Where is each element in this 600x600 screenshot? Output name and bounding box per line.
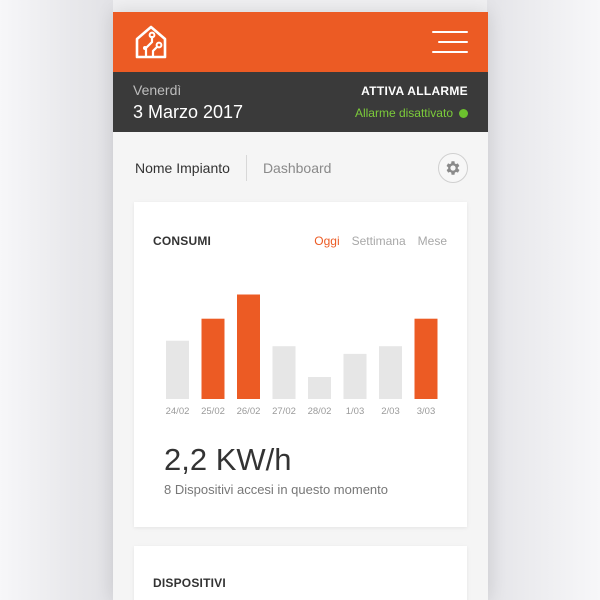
tab-nome-impianto[interactable]: Nome Impianto <box>135 160 230 176</box>
chart-tick-label: 2/03 <box>381 406 400 417</box>
consumption-bar-chart: 24/02 25/02 26/02 27/02 28/02 1/03 2/03 3/03 <box>166 294 438 417</box>
alarm-status: Allarme disattivato <box>355 106 468 120</box>
day-label: Venerdì <box>133 81 182 98</box>
tab-bar: Nome Impianto Dashboard <box>113 132 488 204</box>
chart-bar-2-03 <box>379 346 402 399</box>
date-block: Venerdì 3 Marzo 2017 <box>133 82 243 123</box>
chart-bar-26-02 <box>237 294 260 399</box>
tab-dashboard[interactable]: Dashboard <box>263 160 332 176</box>
activate-alarm-button[interactable]: ATTIVA ALLARME <box>355 84 468 98</box>
chart-bar-24-02 <box>166 340 189 399</box>
total-consumption: 2,2 KW/h <box>164 442 292 477</box>
dispositivi-title: DISPOSITIVI <box>153 576 226 590</box>
period-tabs: Oggi Settimana Mese <box>314 234 447 248</box>
chart-tick-label: 26/02 <box>237 406 261 417</box>
chart-bar-25-02 <box>201 318 225 399</box>
tab-divider <box>245 155 247 181</box>
date-bar: Venerdì 3 Marzo 2017 ATTIVA ALLARME Alla… <box>113 72 488 132</box>
chart-tick-label: 3/03 <box>417 406 436 417</box>
chart-tick-label: 27/02 <box>272 406 296 417</box>
top-bar <box>113 12 488 72</box>
chart-bar-1-03 <box>343 353 367 399</box>
background-right <box>487 0 600 600</box>
consumi-card: CONSUMI Oggi Settimana Mese 24/02 25/02 26… <box>134 202 467 527</box>
app-screen: Venerdì 3 Marzo 2017 ATTIVA ALLARME Alla… <box>113 12 488 600</box>
period-tab-oggi[interactable]: Oggi <box>314 234 339 248</box>
alarm-status-label: Allarme disattivato <box>354 106 453 120</box>
alarm-block[interactable]: ATTIVA ALLARME Allarme disattivato <box>355 84 468 120</box>
settings-button[interactable] <box>438 153 468 183</box>
chart-bar-3-03 <box>414 318 438 399</box>
dispositivi-card: DISPOSITIVI <box>134 546 467 600</box>
gear-icon <box>446 161 460 175</box>
chart-bar-28-02 <box>308 377 331 399</box>
period-tab-mese[interactable]: Mese <box>418 234 447 248</box>
background-left <box>0 0 113 600</box>
chart-tick-label: 28/02 <box>308 406 332 417</box>
chart-tick-label: 24/02 <box>166 406 190 417</box>
chart-tick-label: 25/02 <box>201 406 225 417</box>
consumi-title: CONSUMI <box>153 234 212 248</box>
date-label: 3 Marzo 2017 <box>133 101 244 122</box>
status-dot-icon <box>459 108 468 118</box>
chart-bar-27-02 <box>272 346 296 399</box>
period-tab-settimana[interactable]: Settimana <box>352 234 406 248</box>
active-devices-count: 8 Dispositivi accesi in questo momento <box>164 482 388 497</box>
chart-tick-label: 1/03 <box>346 406 365 417</box>
house-circuit-icon[interactable] <box>133 24 169 60</box>
hamburger-menu-icon[interactable] <box>432 31 468 53</box>
